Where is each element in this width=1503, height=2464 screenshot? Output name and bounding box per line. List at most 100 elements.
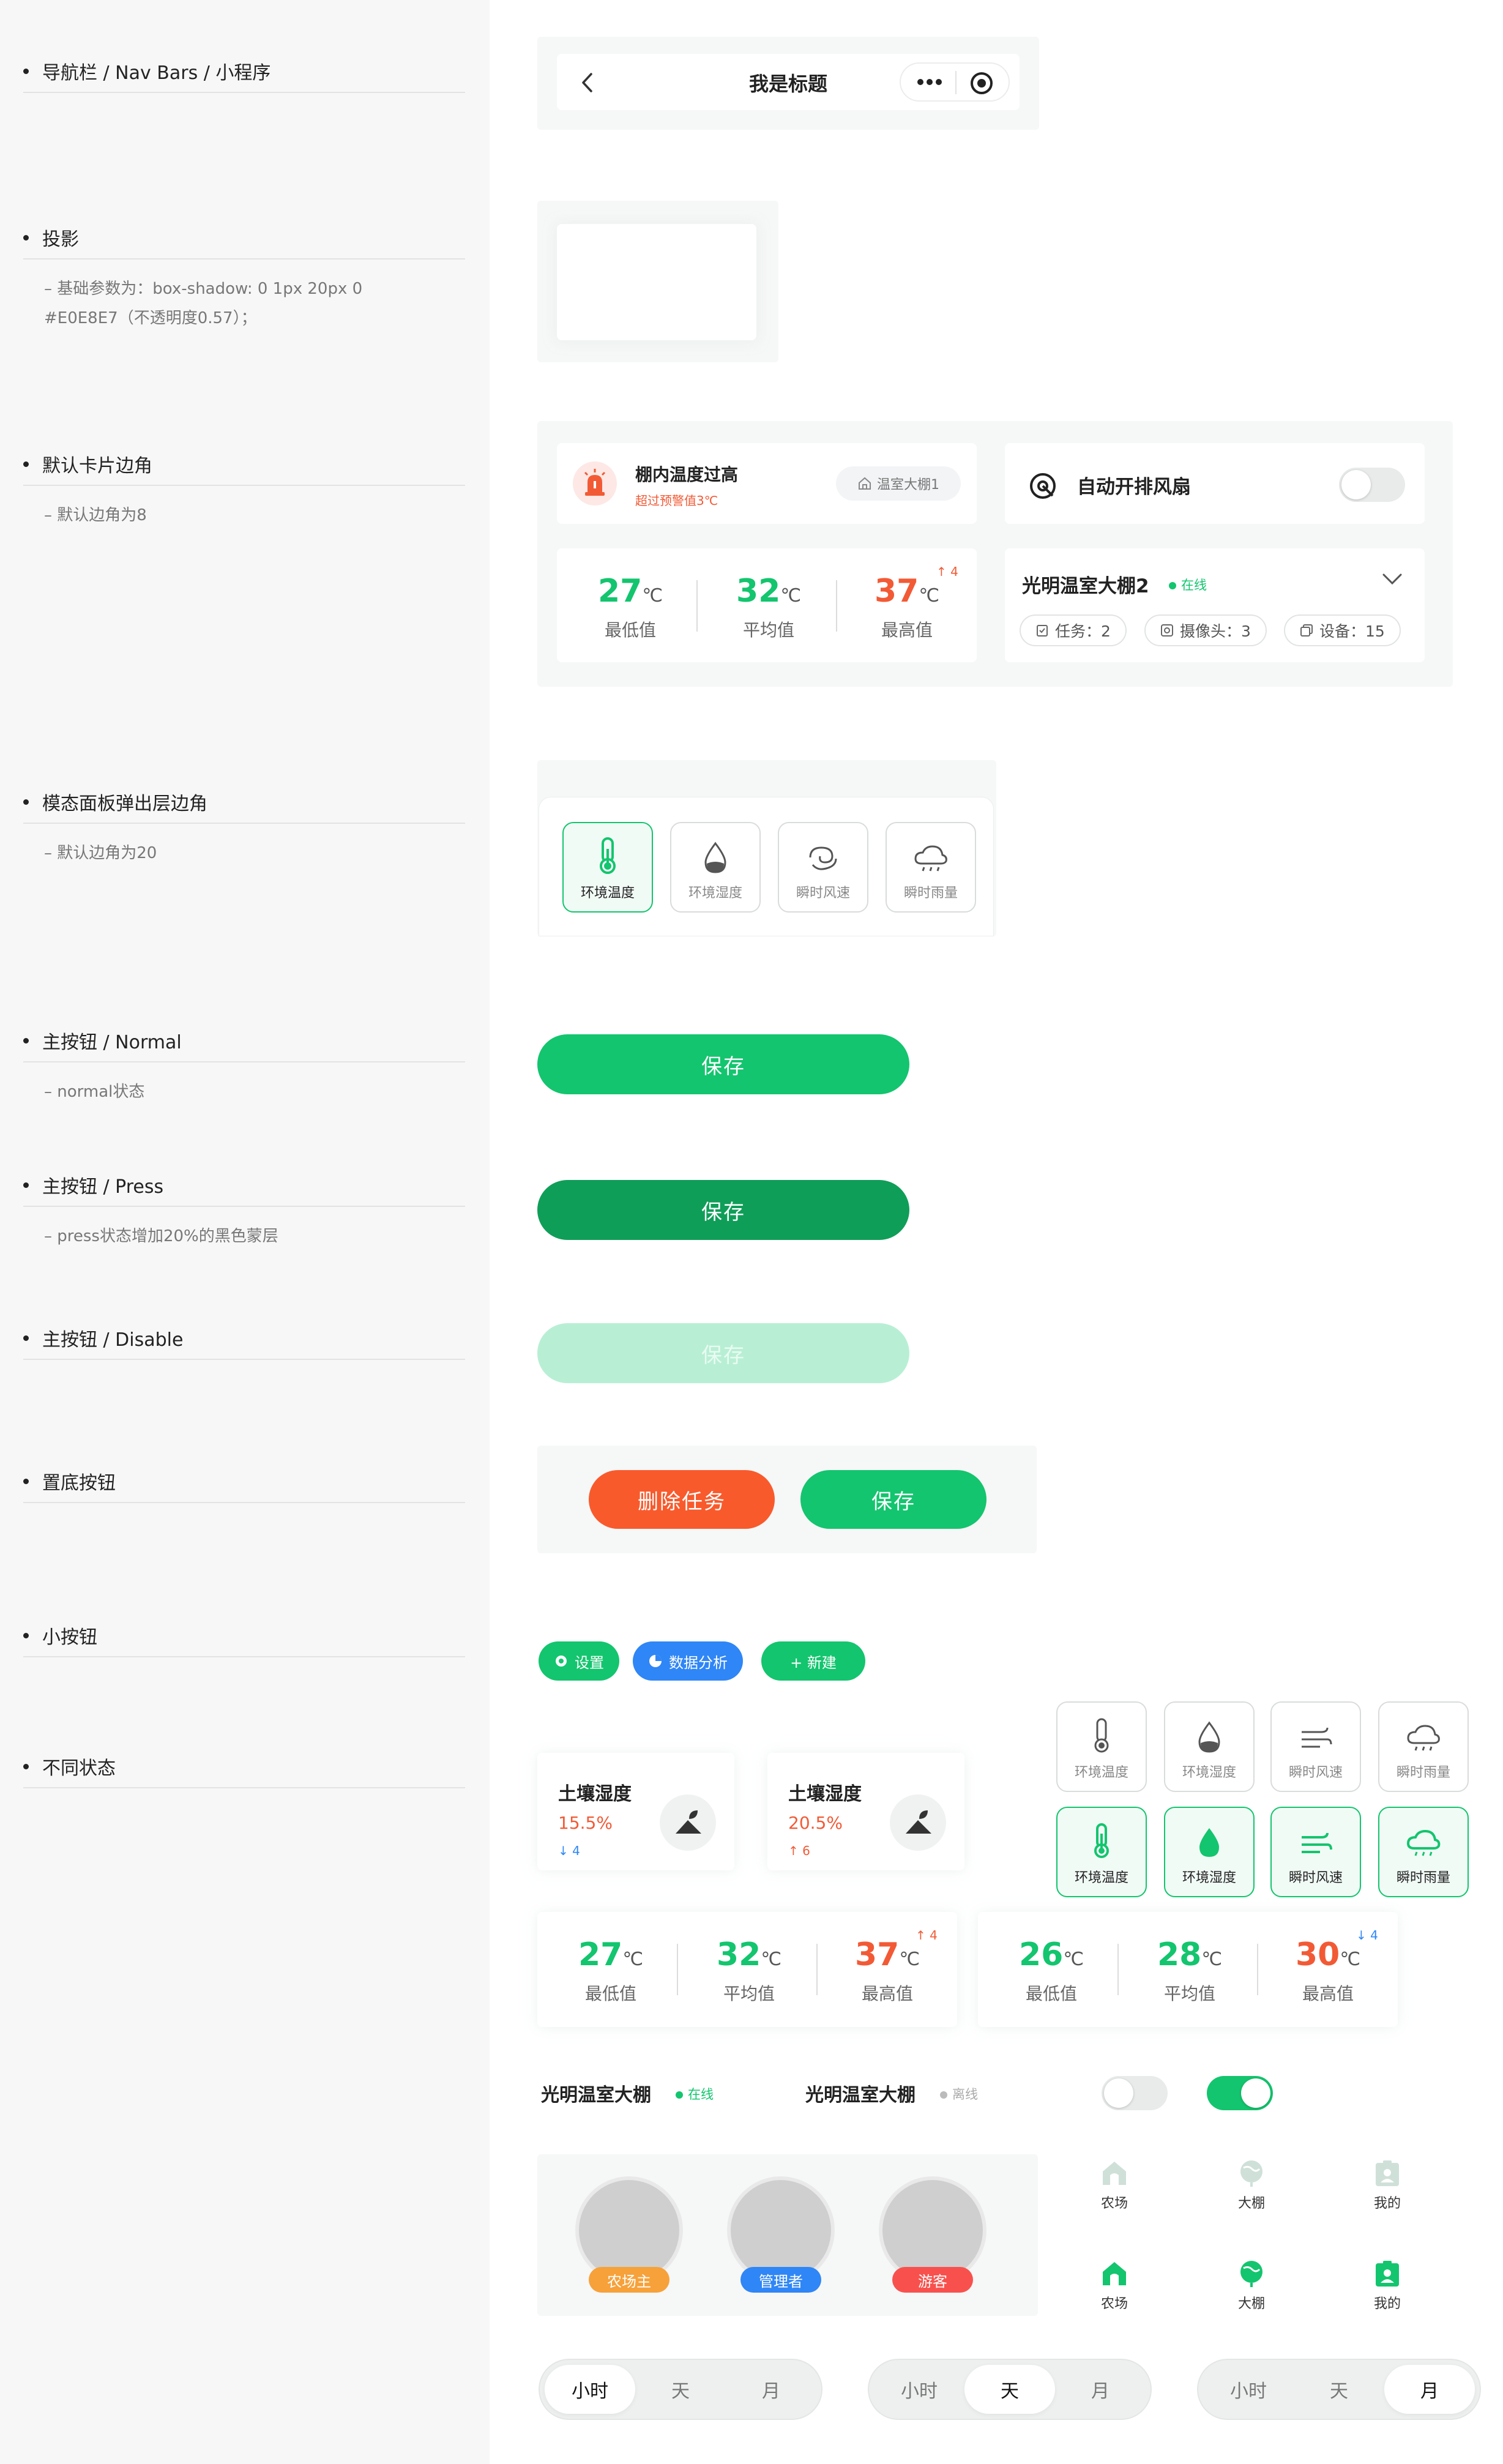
- save-button-normal[interactable]: 保存: [537, 1034, 909, 1094]
- globe-icon: [1240, 2261, 1262, 2287]
- tab-farm[interactable]: 农场: [1075, 2159, 1154, 2212]
- section-title: 主按钮 / Disable: [42, 1329, 184, 1351]
- arrow-up-icon: ↑: [916, 1928, 930, 1943]
- stat-label: 最低值: [584, 1984, 636, 2004]
- section-desc: – 基础参数为：box-shadow: 0 1px 20px 0 #E0E8E7…: [44, 280, 363, 327]
- tab-farm-active[interactable]: 农场: [1075, 2260, 1154, 2312]
- state-tile-humidity[interactable]: 环境湿度: [1164, 1701, 1255, 1792]
- status-label: 离线: [952, 2087, 978, 2102]
- delta-value: 4: [1370, 1928, 1378, 1943]
- save-button[interactable]: 保存: [800, 1470, 986, 1529]
- tile-rain[interactable]: 瞬时雨量: [886, 822, 976, 913]
- delta-down: ↓ 4: [1356, 1928, 1378, 1943]
- tab-mine-active[interactable]: 我的: [1348, 2260, 1427, 2312]
- greenhouse-card[interactable]: 光明温室大棚2 在线 任务：2 摄像头：3 设备：15: [1005, 548, 1425, 662]
- state-tile-humidity-active[interactable]: 环境湿度: [1164, 1807, 1255, 1897]
- section-desc: – normal状态: [44, 1083, 145, 1101]
- stat-label: 平均值: [742, 620, 794, 640]
- stat-label: 平均值: [1163, 1984, 1215, 2004]
- settings-button[interactable]: 设置: [539, 1641, 619, 1681]
- new-button[interactable]: + 新建: [761, 1641, 865, 1681]
- segment-hour[interactable]: 小时: [874, 2365, 964, 2414]
- divider: [836, 580, 837, 632]
- segment-month[interactable]: 月: [1384, 2365, 1475, 2414]
- segment-hour[interactable]: 小时: [1203, 2365, 1294, 2414]
- devices-label: 设备：15: [1319, 622, 1385, 640]
- toggle-on[interactable]: [1207, 2076, 1273, 2110]
- toggle-off[interactable]: [1102, 2076, 1168, 2110]
- more-dots-icon[interactable]: [917, 77, 942, 87]
- thermometer-icon: [1094, 1823, 1109, 1858]
- soil-title: 土壤湿度: [788, 1783, 862, 1805]
- tile-humidity[interactable]: 环境湿度: [670, 822, 761, 913]
- bullet-icon: [23, 68, 29, 74]
- state-tile-rain[interactable]: 瞬时雨量: [1378, 1701, 1469, 1792]
- state-tile-rain-active[interactable]: 瞬时雨量: [1378, 1807, 1469, 1897]
- segment-month[interactable]: 月: [726, 2365, 816, 2414]
- greenhouse-tag[interactable]: 温室大棚1: [836, 466, 961, 501]
- wind-icon: [1302, 1727, 1332, 1748]
- section-title: 投影: [42, 229, 79, 250]
- tile-wind[interactable]: 瞬时风速: [778, 822, 868, 913]
- segment-control: 小时 天 月: [539, 2359, 822, 2420]
- segment-month[interactable]: 月: [1055, 2365, 1146, 2414]
- tab-mine[interactable]: 我的: [1348, 2159, 1427, 2212]
- segment-day[interactable]: 天: [964, 2365, 1055, 2414]
- water-drop-icon: [1198, 1721, 1220, 1753]
- section-btn-disable: 主按钮 / Disable: [23, 1326, 465, 1360]
- segment-control: 小时 天 月: [1197, 2359, 1481, 2420]
- cameras-tag[interactable]: 摄像头：3: [1144, 614, 1267, 646]
- target-circle-icon[interactable]: [969, 71, 994, 95]
- chevron-down-icon[interactable]: [1382, 573, 1403, 586]
- stat-label: 最低值: [1025, 1984, 1077, 2004]
- temp-card: 27℃ 最低值 32℃ 平均值 37℃ 最高值 ↑ 4: [557, 548, 977, 662]
- greenhouse-name: 光明温室大棚2: [1022, 575, 1149, 597]
- divider: [1257, 1944, 1258, 1995]
- avatar[interactable]: [731, 2180, 831, 2280]
- analysis-button[interactable]: 数据分析: [633, 1641, 743, 1681]
- segment-hour[interactable]: 小时: [545, 2365, 635, 2414]
- tab-greenhouse[interactable]: 大棚: [1212, 2159, 1291, 2212]
- delta-value: 4: [950, 564, 958, 579]
- bullet-icon: [23, 1182, 29, 1188]
- stat-avg: 32℃ 平均值: [720, 573, 818, 641]
- stat-min: 26℃ 最低值: [1002, 1936, 1100, 2005]
- avatar[interactable]: [882, 2180, 983, 2280]
- state-tile-temperature-active[interactable]: 环境温度: [1056, 1807, 1147, 1897]
- status-dot-icon: [676, 2091, 683, 2099]
- plant-icon-bg: [890, 1794, 946, 1851]
- avatar[interactable]: [579, 2180, 679, 2280]
- tab-greenhouse-active[interactable]: 大棚: [1212, 2260, 1291, 2312]
- section-title: 默认卡片边角: [42, 455, 152, 477]
- tile-temperature[interactable]: 环境温度: [562, 822, 653, 913]
- alert-subtitle: 超过预警值3℃: [635, 493, 718, 508]
- state-tile-wind-active[interactable]: 瞬时风速: [1270, 1807, 1361, 1897]
- fan-toggle[interactable]: [1339, 468, 1405, 502]
- bottom-button-panel: 删除任务 保存: [537, 1446, 1037, 1553]
- state-tile-wind[interactable]: 瞬时风速: [1270, 1701, 1361, 1792]
- farm-icon: [1103, 2162, 1126, 2185]
- section-btn-press: 主按钮 / Press – press状态增加20%的黑色蒙层: [23, 1173, 465, 1251]
- bullet-icon: [23, 1335, 29, 1341]
- devices-tag[interactable]: 设备：15: [1284, 614, 1401, 646]
- segment-day[interactable]: 天: [635, 2365, 726, 2414]
- save-button-press[interactable]: 保存: [537, 1180, 909, 1240]
- segment-day[interactable]: 天: [1294, 2365, 1384, 2414]
- stat-value: 28: [1157, 1936, 1202, 1973]
- fan-icon: [1030, 473, 1056, 499]
- alert-card[interactable]: 棚内温度过高 超过预警值3℃ 温室大棚1: [557, 443, 977, 524]
- soil-value: 15.5%: [558, 1813, 613, 1833]
- delete-task-button[interactable]: 删除任务: [589, 1470, 775, 1529]
- settings-label: 设置: [575, 1654, 604, 1671]
- bullet-icon: [23, 1632, 29, 1638]
- state-tile-temperature[interactable]: 环境温度: [1056, 1701, 1147, 1792]
- tasks-tag[interactable]: 任务：2: [1020, 614, 1127, 646]
- tab-label: 我的: [1373, 2196, 1401, 2211]
- delta-value: 4: [572, 1843, 580, 1858]
- status-online: 在线: [1169, 575, 1207, 594]
- soil-card: 土壤湿度 20.5% ↑ 6: [767, 1753, 964, 1870]
- delta-value: 4: [930, 1928, 938, 1943]
- stat-min: 27℃ 最低值: [581, 573, 679, 641]
- stat-value: 26: [1018, 1936, 1064, 1973]
- temp-card-down: 26℃ 最低值 28℃ 平均值 30℃ 最高值 ↓ 4: [978, 1912, 1398, 2027]
